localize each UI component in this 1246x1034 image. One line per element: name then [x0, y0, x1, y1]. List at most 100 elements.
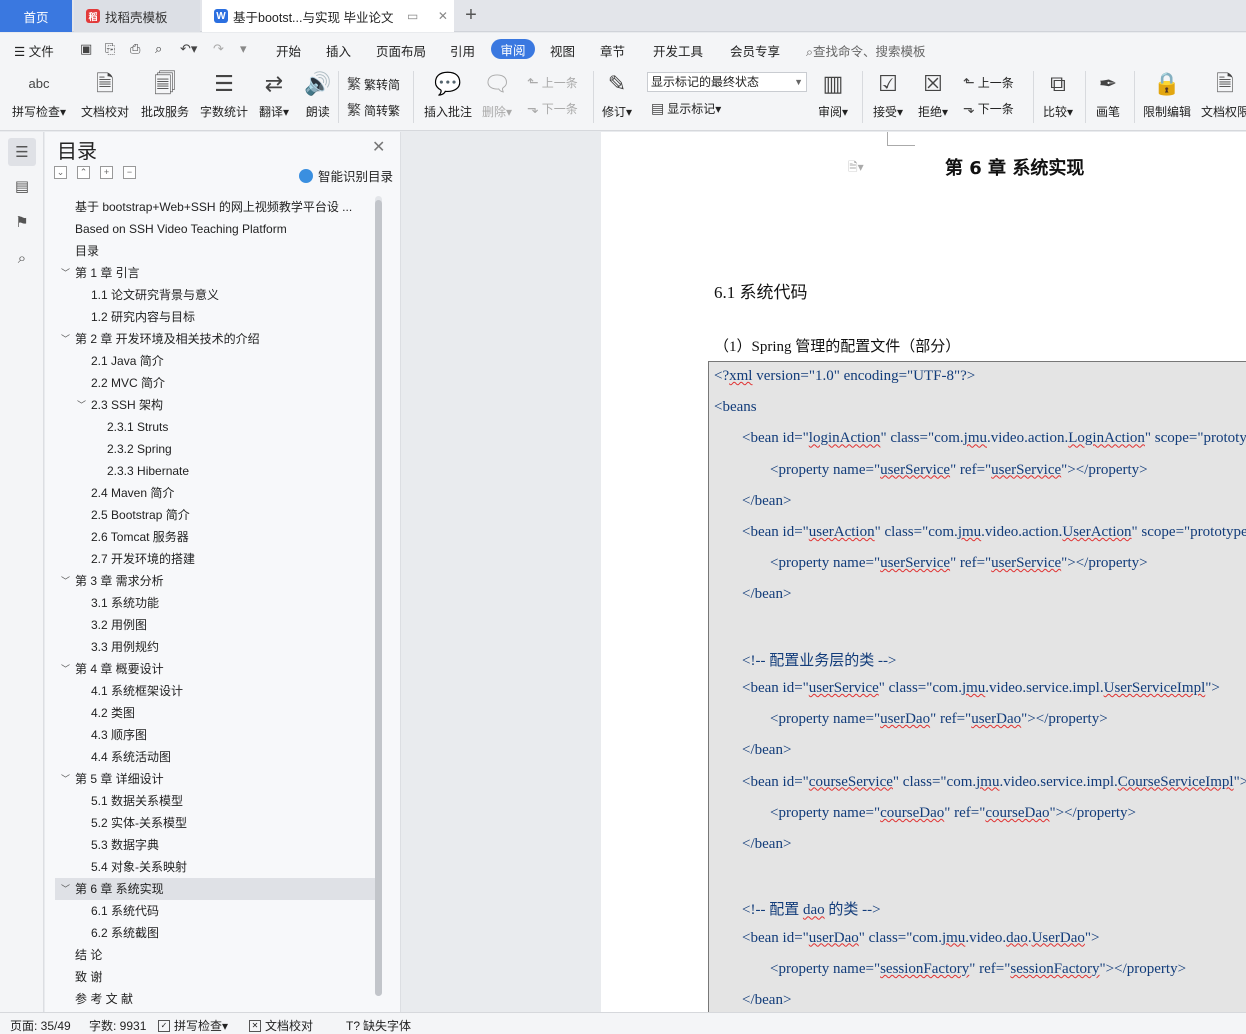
menu-chapter[interactable]: 章节	[600, 41, 625, 60]
toc-scrollbar[interactable]	[375, 196, 382, 996]
toc-item[interactable]: 3.1 系统功能	[55, 592, 375, 614]
prev-comment-button[interactable]: ⬑ 上一条	[527, 74, 578, 91]
toc-item[interactable]: 4.2 类图	[55, 702, 375, 724]
paragraph-options-icon[interactable]: 🗎▾	[848, 158, 864, 179]
trad-to-simp-button[interactable]: 繁繁转简	[347, 74, 400, 94]
toc-item[interactable]: 2.2 MVC 简介	[55, 372, 375, 394]
reject-button[interactable]: ☒ 拒绝▾	[918, 69, 948, 120]
command-search[interactable]: ⌕查找命令、搜索模板	[806, 41, 926, 60]
toc-item[interactable]: 5.1 数据关系模型	[55, 790, 375, 812]
redo-icon[interactable]: ↷	[213, 41, 224, 57]
print-preview-icon[interactable]: ⌕	[155, 41, 162, 57]
undo-icon[interactable]: ↶▾	[180, 41, 197, 57]
track-changes-button[interactable]: ✎ 修订▾	[602, 69, 632, 120]
smart-toc-button[interactable]: 智能识别目录	[299, 166, 393, 185]
toc-item[interactable]: 目录	[55, 240, 375, 262]
new-tab-button[interactable]: +	[460, 5, 482, 27]
menu-insert[interactable]: 插入	[326, 41, 351, 60]
next-comment-button[interactable]: ⬎ 下一条	[527, 100, 578, 117]
toc-item[interactable]: 1.1 论文研究背景与意义	[55, 284, 375, 306]
toc-item[interactable]: 2.7 开发环境的搭建	[55, 548, 375, 570]
toc-item[interactable]: 5.3 数据字典	[55, 834, 375, 856]
toc-scroll-thumb[interactable]	[375, 200, 382, 996]
toc-item[interactable]: 1.2 研究内容与目标	[55, 306, 375, 328]
menu-review[interactable]: 审阅	[491, 39, 535, 59]
expand-caret-icon[interactable]: ﹀	[61, 878, 70, 900]
toc-item[interactable]: ﹀ 2.3 SSH 架构	[55, 394, 375, 416]
toc-item[interactable]: ﹀ 第 1 章 引言	[55, 262, 375, 284]
tab-home[interactable]: 首页	[0, 0, 72, 32]
expand-caret-icon[interactable]: ﹀	[61, 570, 70, 592]
correction-service-button[interactable]: 🗐 批改服务	[141, 69, 189, 120]
markup-state-select[interactable]: 显示标记的最终状态 ▼	[647, 72, 807, 92]
toc-item[interactable]: 结 论	[55, 944, 375, 966]
read-aloud-button[interactable]: 🔊 朗读	[304, 69, 331, 120]
toc-item[interactable]: 参 考 文 献	[55, 988, 375, 1010]
menu-references[interactable]: 引用	[450, 41, 475, 60]
expand-caret-icon[interactable]: ﹀	[61, 262, 70, 284]
menu-view[interactable]: 视图	[550, 41, 575, 60]
collapse-all-icon[interactable]: ⌃	[77, 166, 90, 179]
document-page[interactable]: 🗎▾ 第 6 章 系统实现 6.1 系统代码 （1）Spring 管理的配置文件…	[601, 132, 1246, 1012]
toc-item[interactable]: ﹀ 第 4 章 概要设计	[55, 658, 375, 680]
toc-pane-icon[interactable]: ☰	[8, 138, 36, 166]
toc-item[interactable]: 4.4 系统活动图	[55, 746, 375, 768]
status-proofread[interactable]: ✕ 文档校对	[249, 1017, 313, 1034]
expand-caret-icon[interactable]: ﹀	[61, 328, 70, 350]
simp-to-trad-button[interactable]: 繁简转繁	[347, 100, 400, 120]
toc-item[interactable]: Based on SSH Video Teaching Platform	[55, 218, 375, 240]
restrict-editing-button[interactable]: 🔒 限制编辑	[1143, 69, 1191, 120]
review-pane-button[interactable]: ▥ 审阅▾	[818, 69, 848, 120]
spell-check-button[interactable]: abc 拼写检查▾	[12, 69, 66, 120]
toc-item[interactable]: 2.3.2 Spring	[55, 438, 375, 460]
prev-change-button[interactable]: ⬑ 上一条	[963, 74, 1014, 91]
expand-all-icon[interactable]: ⌄	[54, 166, 67, 179]
print-icon[interactable]: ⎙	[130, 41, 140, 57]
tab-document[interactable]: W 基于bootst...与实现 毕业论文 ▭ ✕	[202, 0, 454, 32]
toc-item[interactable]: 3.3 用例规约	[55, 636, 375, 658]
word-count-indicator[interactable]: 字数: 9931	[89, 1017, 146, 1034]
more-icon[interactable]: ▾	[240, 41, 247, 57]
menu-layout[interactable]: 页面布局	[376, 41, 426, 60]
close-tab-icon[interactable]: ✕	[438, 9, 448, 23]
missing-font-indicator[interactable]: T? 缺失字体	[346, 1017, 411, 1034]
status-spell-check[interactable]: ✓ 拼写检查 ▾	[158, 1017, 228, 1034]
toc-item[interactable]: ﹀ 第 5 章 详细设计	[55, 768, 375, 790]
accept-button[interactable]: ☑ 接受▾	[873, 69, 903, 120]
toc-item[interactable]: 2.3.3 Hibernate	[55, 460, 375, 482]
proofread-button[interactable]: 🗎 文档校对	[81, 69, 129, 120]
menu-start[interactable]: 开始	[276, 41, 301, 60]
show-markup-button[interactable]: ▤ 显示标记 ▾	[651, 100, 721, 117]
toc-item[interactable]: 3.2 用例图	[55, 614, 375, 636]
toc-item[interactable]: 6.2 系统截图	[55, 922, 375, 944]
toc-item[interactable]: 6.1 系统代码	[55, 900, 375, 922]
toc-item[interactable]: 致 谢	[55, 966, 375, 988]
toc-item[interactable]: 基于 bootstrap+Web+SSH 的网上视频教学平台设 ...	[55, 196, 375, 218]
toc-item[interactable]: ﹀ 第 3 章 需求分析	[55, 570, 375, 592]
menu-dev-tools[interactable]: 开发工具	[653, 41, 703, 60]
toc-item[interactable]: 2.6 Tomcat 服务器	[55, 526, 375, 548]
compare-button[interactable]: ⧉ 比较▾	[1043, 69, 1073, 120]
export-pdf-icon[interactable]: ⎘	[105, 41, 115, 57]
search-icon[interactable]: ⌕	[8, 244, 36, 272]
toc-item[interactable]: 4.3 顺序图	[55, 724, 375, 746]
pen-button[interactable]: ✒ 画笔	[1096, 69, 1120, 120]
file-menu[interactable]: ☰ 文件	[14, 41, 54, 60]
toc-item[interactable]: 2.4 Maven 简介	[55, 482, 375, 504]
delete-comment-button[interactable]: 🗨 删除▾	[482, 69, 512, 120]
expand-caret-icon[interactable]: ﹀	[77, 394, 86, 416]
save-icon[interactable]: ▣	[80, 41, 92, 57]
toc-item[interactable]: 5.4 对象-关系映射	[55, 856, 375, 878]
add-level-icon[interactable]: +	[100, 166, 113, 179]
word-count-button[interactable]: ☰ 字数统计	[200, 69, 248, 120]
pin-icon[interactable]: ▭	[407, 9, 418, 23]
toc-item[interactable]: 2.3.1 Struts	[55, 416, 375, 438]
translate-button[interactable]: ⇄ 翻译▾	[259, 69, 289, 120]
close-icon[interactable]: ✕	[372, 137, 385, 157]
toc-item[interactable]: 2.5 Bootstrap 简介	[55, 504, 375, 526]
document-rights-button[interactable]: 🗎 文档权限	[1201, 69, 1246, 120]
next-change-button[interactable]: ⬎ 下一条	[963, 100, 1014, 117]
expand-caret-icon[interactable]: ﹀	[61, 768, 70, 790]
toc-item[interactable]: 4.1 系统框架设计	[55, 680, 375, 702]
expand-caret-icon[interactable]: ﹀	[61, 658, 70, 680]
